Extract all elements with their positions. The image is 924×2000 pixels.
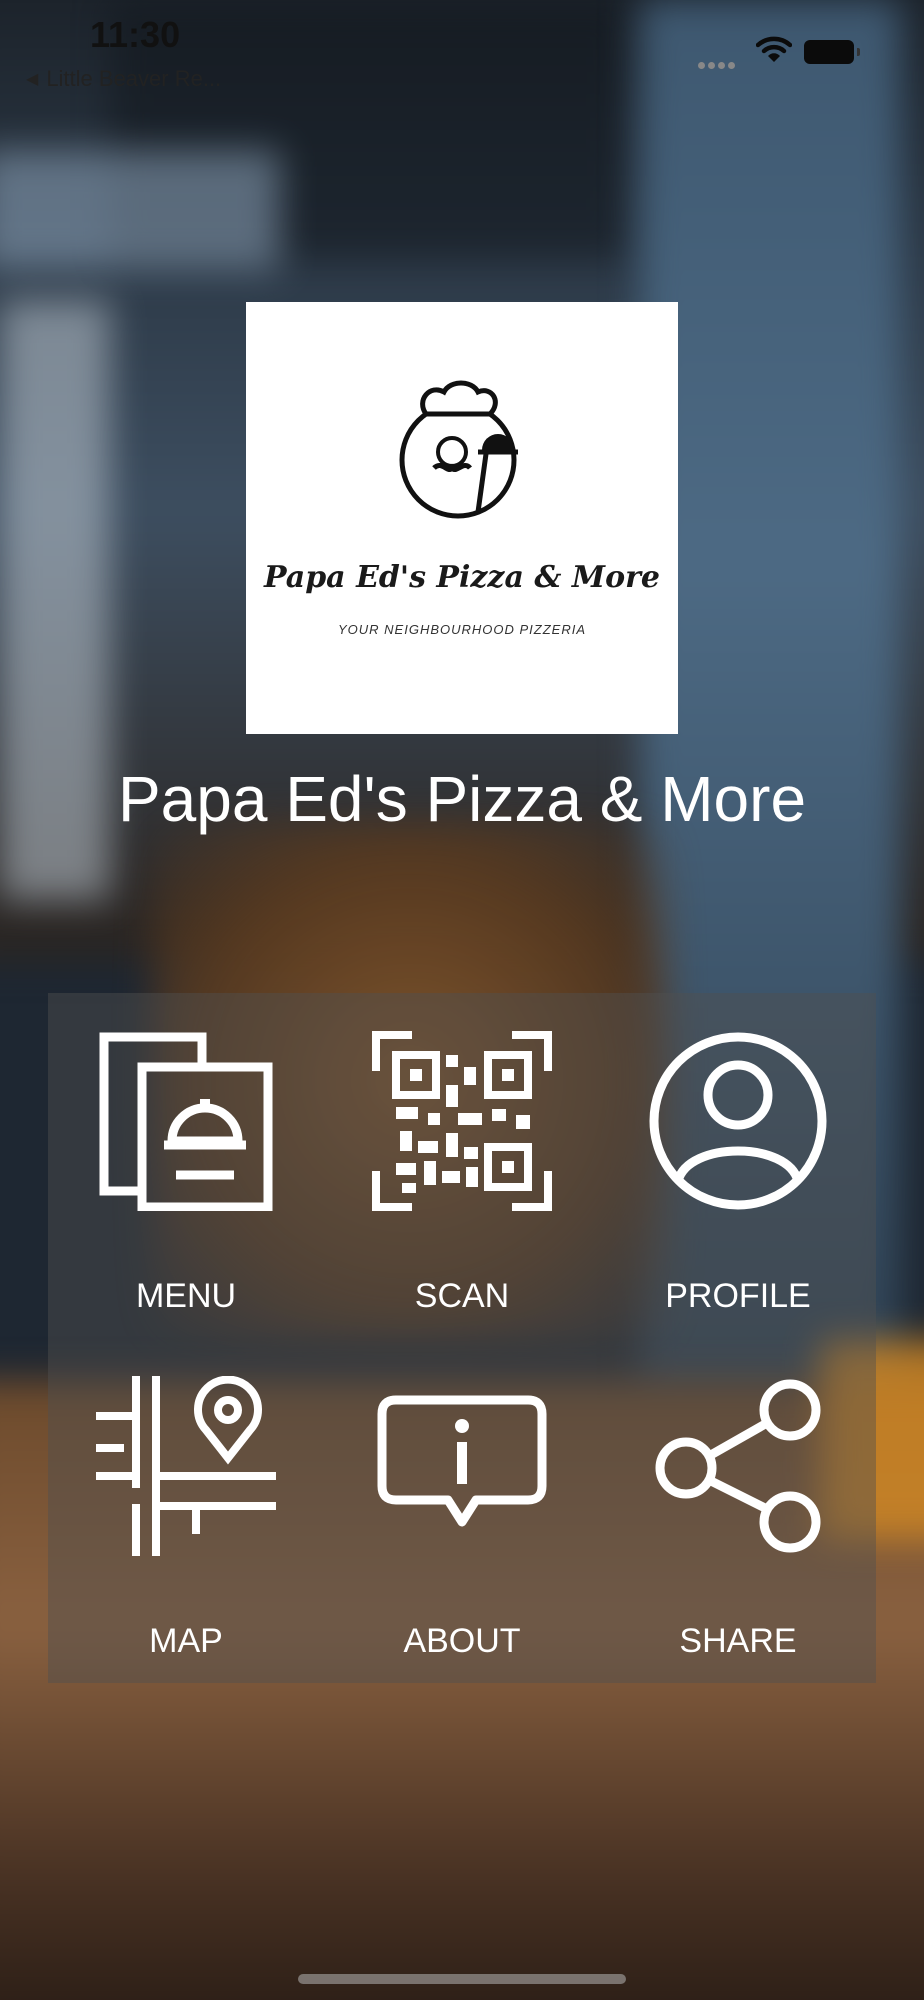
share-label: SHARE	[679, 1622, 797, 1660]
scan-button[interactable]: SCAN	[324, 993, 600, 1338]
map-label: MAP	[149, 1622, 223, 1660]
menu-cloche-icon	[99, 1032, 273, 1211]
back-to-app-link[interactable]: ◀ Little Beaver Re...	[26, 66, 221, 92]
info-bubble-icon	[377, 1395, 547, 1527]
status-time: 11:30	[90, 14, 181, 55]
about-label: ABOUT	[403, 1622, 521, 1660]
share-icon	[655, 1379, 821, 1553]
chef-serving-cloche-icon	[399, 380, 518, 519]
cellular-dots-icon	[698, 56, 738, 74]
status-bar: 11:30 ◀ Little Beaver Re...	[0, 0, 924, 100]
battery-icon	[804, 40, 860, 64]
action-grid: MENU SCAN PROFILE MAP ABOUT SHARE	[48, 993, 876, 1683]
back-triangle-icon: ◀	[26, 71, 39, 88]
user-circle-icon	[649, 1032, 827, 1210]
profile-button[interactable]: PROFILE	[600, 993, 876, 1338]
about-button[interactable]: ABOUT	[324, 1338, 600, 1683]
map-button[interactable]: MAP	[48, 1338, 324, 1683]
qr-code-icon	[372, 1031, 552, 1211]
share-button[interactable]: SHARE	[600, 1338, 876, 1683]
menu-button[interactable]: MENU	[48, 993, 324, 1338]
wifi-icon	[755, 36, 793, 69]
map-pin-icon	[96, 1376, 276, 1556]
restaurant-title: Papa Ed's Pizza & More	[117, 763, 807, 835]
restaurant-logo: Papa Ed's Pizza & More YOUR NEIGHBOURHOO…	[246, 302, 678, 734]
logo-wordmark: Papa Ed's Pizza & More	[264, 560, 660, 595]
home-indicator[interactable]	[298, 1974, 626, 1984]
menu-label: MENU	[135, 1277, 237, 1315]
logo-tagline: YOUR NEIGHBOURHOOD PIZZERIA	[337, 622, 587, 637]
back-app-label: Little Beaver Re...	[46, 66, 222, 91]
scan-label: SCAN	[414, 1277, 510, 1315]
profile-label: PROFILE	[665, 1277, 811, 1315]
